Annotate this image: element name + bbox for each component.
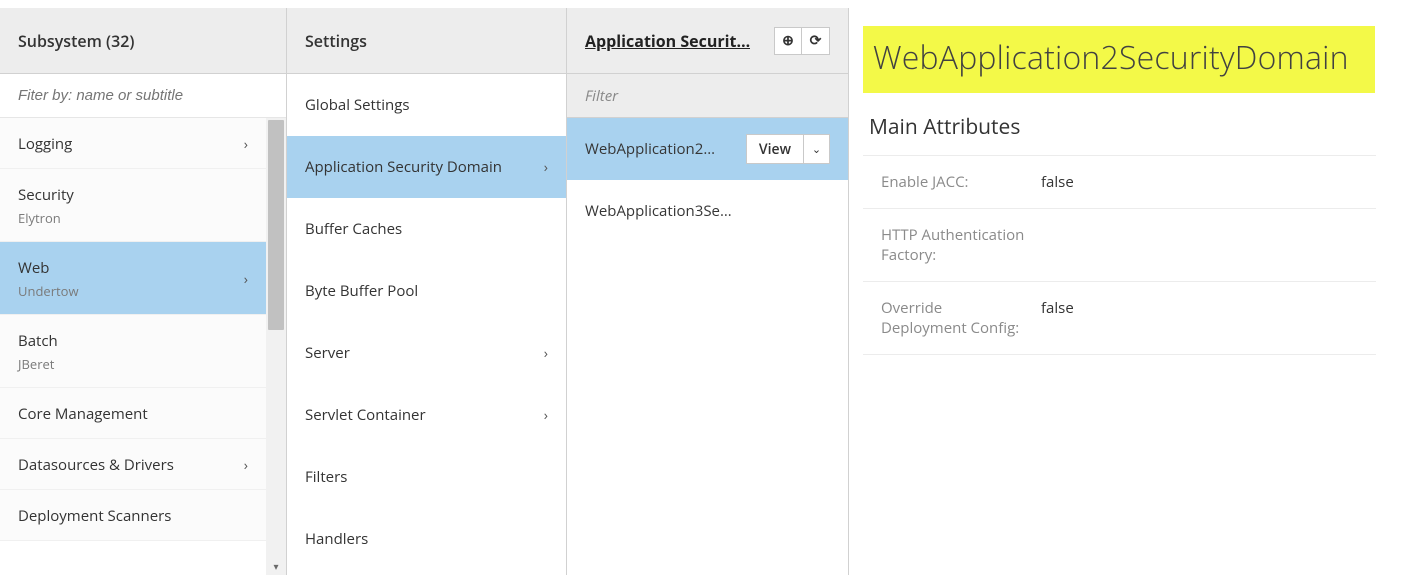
chevron-right-icon: › bbox=[544, 158, 548, 177]
subsystem-item[interactable]: Core Management bbox=[0, 388, 266, 439]
attribute-row: Enable JACC:false bbox=[863, 155, 1376, 208]
attribute-label: HTTP Authentication Factory: bbox=[881, 225, 1041, 265]
settings-item-label: Byte Buffer Pool bbox=[305, 281, 418, 301]
settings-item-label: Server bbox=[305, 343, 350, 363]
subsystem-item-title: Security bbox=[18, 185, 74, 205]
refresh-button[interactable]: ⟳ bbox=[802, 27, 830, 55]
settings-item[interactable]: Handlers bbox=[287, 508, 566, 570]
domain-item[interactable]: WebApplication3SecurityDomain bbox=[567, 180, 848, 242]
subsystem-item[interactable]: Security Elytron bbox=[0, 169, 266, 242]
plus-icon: ⊕ bbox=[782, 31, 794, 50]
chevron-right-icon: › bbox=[244, 135, 248, 154]
domain-item-name: WebApplication2… bbox=[585, 139, 715, 159]
attribute-row: Override Deployment Config:false bbox=[863, 281, 1376, 355]
settings-item[interactable]: Global Settings bbox=[287, 74, 566, 136]
subsystem-list: Logging › Security Elytron Web Undertow › Batch… bbox=[0, 118, 266, 575]
detail-title: WebApplication2SecurityDomain bbox=[863, 26, 1375, 93]
subsystem-item[interactable]: Datasources & Drivers › bbox=[0, 439, 266, 490]
view-dropdown-toggle[interactable]: ⌄ bbox=[804, 134, 830, 164]
settings-item-label: Servlet Container bbox=[305, 405, 426, 425]
settings-item-label: Filters bbox=[305, 467, 347, 487]
chevron-right-icon: › bbox=[244, 456, 248, 475]
settings-header-label: Settings bbox=[305, 30, 367, 52]
settings-list: Global Settings Application Security Doma… bbox=[287, 74, 566, 575]
subsystem-item[interactable]: Logging › bbox=[0, 118, 266, 169]
subsystem-item-title: Web bbox=[18, 258, 79, 278]
subsystem-item[interactable]: Deployment Scanners bbox=[0, 490, 266, 541]
subsystem-filter-row bbox=[0, 74, 286, 118]
chevron-right-icon: › bbox=[544, 344, 548, 363]
scroll-down-icon[interactable]: ▾ bbox=[266, 557, 286, 575]
scroll-thumb[interactable] bbox=[268, 120, 284, 330]
settings-item-label: Handlers bbox=[305, 529, 368, 549]
domain-item-name: WebApplication3SecurityDomain bbox=[585, 201, 735, 221]
domain-column: Application Securit… ⊕ ⟳ Filter WebAppli… bbox=[567, 8, 849, 575]
settings-column: Settings Global Settings Application Secu… bbox=[287, 8, 567, 575]
domain-header: Application Securit… ⊕ ⟳ bbox=[567, 8, 848, 74]
attribute-row: HTTP Authentication Factory: bbox=[863, 208, 1376, 281]
detail-section-title: Main Attributes bbox=[869, 113, 1376, 141]
settings-item-label: Application Security Domain bbox=[305, 157, 502, 177]
chevron-right-icon: › bbox=[544, 406, 548, 425]
subsystem-item-title: Batch bbox=[18, 331, 58, 351]
settings-item[interactable]: Byte Buffer Pool bbox=[287, 260, 566, 322]
settings-item[interactable]: Filters bbox=[287, 446, 566, 508]
settings-item[interactable]: Server › bbox=[287, 322, 566, 384]
subsystem-item[interactable]: Batch JBeret bbox=[0, 315, 266, 388]
settings-item[interactable]: Application Security Domain › bbox=[287, 136, 566, 198]
subsystem-item-title: Logging bbox=[18, 134, 72, 154]
attribute-label: Override Deployment Config: bbox=[881, 298, 1041, 338]
settings-item[interactable]: Servlet Container › bbox=[287, 384, 566, 446]
subsystem-scrollbar[interactable]: ▴ ▾ bbox=[266, 118, 286, 575]
attribute-list: Enable JACC:falseHTTP Authentication Fac… bbox=[863, 155, 1376, 355]
domain-list: WebApplication2… View⌄ WebApplication3Secu… bbox=[567, 118, 848, 575]
refresh-icon: ⟳ bbox=[810, 31, 822, 50]
subsystem-header: Subsystem (32) bbox=[0, 8, 286, 74]
subsystem-item-title: Datasources & Drivers bbox=[18, 455, 174, 475]
domain-header-label[interactable]: Application Securit… bbox=[585, 30, 750, 52]
subsystem-item-subtitle: Elytron bbox=[18, 209, 74, 227]
add-button[interactable]: ⊕ bbox=[774, 27, 802, 55]
subsystem-item[interactable]: Web Undertow › bbox=[0, 242, 266, 315]
chevron-right-icon: › bbox=[244, 270, 248, 289]
subsystem-column: Subsystem (32) Logging › Security Elytron We… bbox=[0, 8, 287, 575]
attribute-value: false bbox=[1041, 298, 1074, 338]
settings-item[interactable]: Buffer Caches bbox=[287, 198, 566, 260]
subsystem-item-subtitle: JBeret bbox=[18, 355, 58, 373]
attribute-value: false bbox=[1041, 172, 1074, 192]
domain-filter-label: Filter bbox=[567, 86, 636, 106]
view-button-group: View⌄ bbox=[746, 134, 830, 164]
detail-panel: WebApplication2SecurityDomain Main Attri… bbox=[849, 8, 1406, 575]
domain-filter-row[interactable]: Filter bbox=[567, 74, 848, 118]
subsystem-filter-input[interactable] bbox=[0, 74, 286, 117]
domain-item[interactable]: WebApplication2… View⌄ bbox=[567, 118, 848, 180]
view-button[interactable]: View bbox=[746, 134, 804, 164]
settings-item-label: Buffer Caches bbox=[305, 219, 402, 239]
subsystem-header-label: Subsystem (32) bbox=[18, 30, 134, 52]
subsystem-item-title: Core Management bbox=[18, 404, 148, 424]
subsystem-item-subtitle: Undertow bbox=[18, 282, 79, 300]
attribute-label: Enable JACC: bbox=[881, 172, 1041, 192]
settings-header: Settings bbox=[287, 8, 566, 74]
settings-item-label: Global Settings bbox=[305, 95, 410, 115]
subsystem-item-title: Deployment Scanners bbox=[18, 506, 171, 526]
